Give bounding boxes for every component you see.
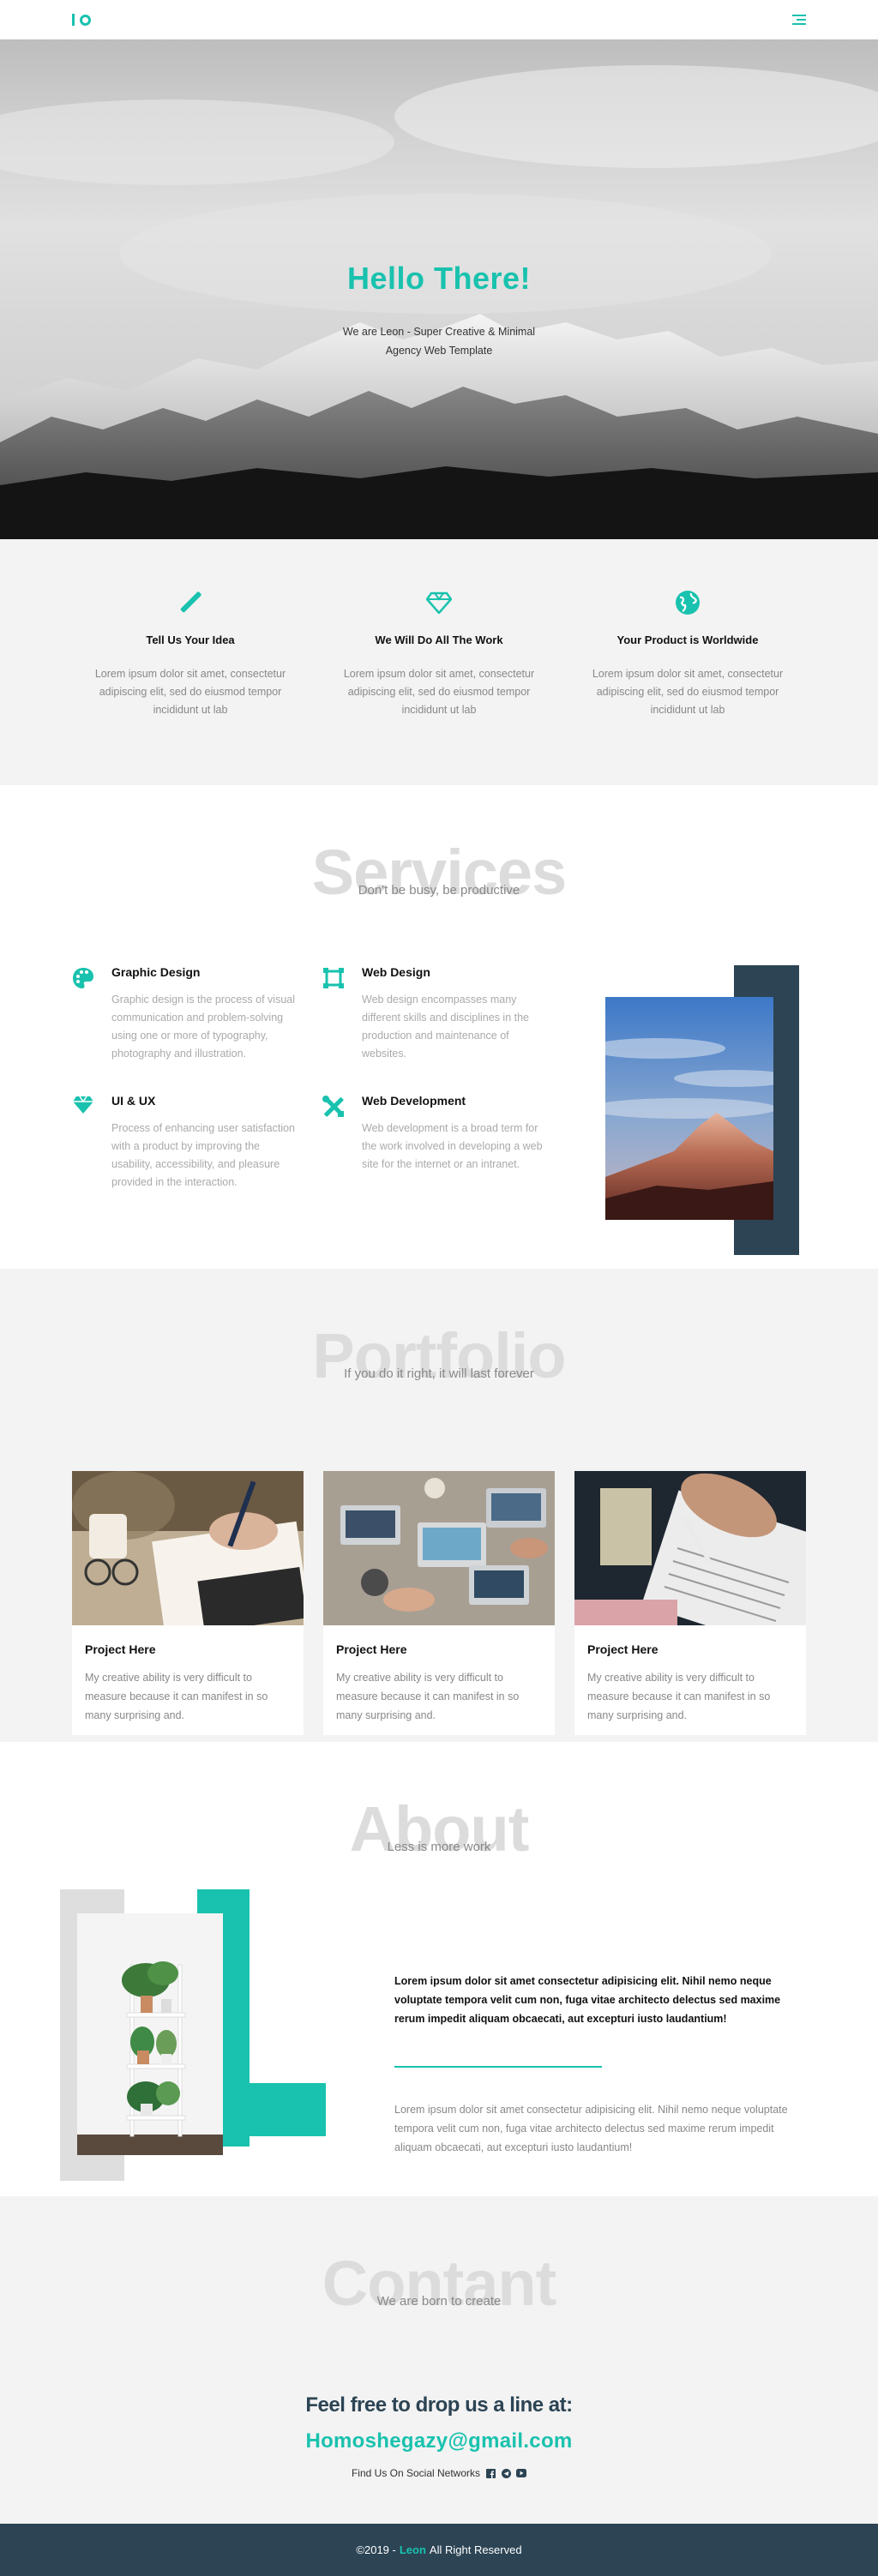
about-body-text: Lorem ipsum dolor sit amet consectetur a…: [394, 2104, 788, 2153]
social-networks-row: Find Us On Social Networks: [0, 2467, 878, 2479]
portfolio-title: Portfolio: [312, 1320, 566, 1391]
feature-text: Lorem ipsum dolor sit amet, consectetur …: [592, 668, 784, 716]
telegram-icon[interactable]: [501, 2468, 511, 2478]
services-section: Services Don't be busy, be productive Gr…: [0, 785, 878, 1269]
contact-section: Contant We are born to create Feel free …: [0, 2196, 878, 2524]
crop-frame-icon: [322, 965, 346, 1063]
hero-title: Hello There!: [346, 261, 532, 296]
pen-icon: [87, 589, 294, 616]
service-ui-ux: UI & UX Process of enhancing user satisf…: [72, 1094, 322, 1192]
diamond-icon: [335, 589, 543, 616]
about-title: About: [349, 1793, 530, 1864]
service-text: Web development is a broad term for the …: [362, 1122, 543, 1170]
feature-title: Tell Us Your Idea: [146, 633, 235, 646]
service-title: Web Development: [362, 1094, 466, 1108]
top-navbar: [0, 0, 878, 39]
portfolio-image-team-desk: [323, 1471, 555, 1625]
card-text: My creative ability is very difficult to…: [85, 1672, 268, 1721]
service-web-development: Web Development Web development is a bro…: [322, 1094, 561, 1192]
contact-title: Contant: [322, 2248, 557, 2319]
services-heading: Services Don't be busy, be productive: [0, 835, 878, 912]
logo-ring: [80, 14, 91, 26]
portfolio-card[interactable]: Project Here My creative ability is very…: [72, 1471, 304, 1735]
footer-brand-link[interactable]: Leon: [400, 2543, 426, 2556]
about-lead-text: Lorem ipsum dolor sit amet consectetur a…: [394, 1975, 781, 2025]
service-text: Web design encompasses many different sk…: [362, 994, 530, 1060]
portfolio-card[interactable]: Project Here My creative ability is very…: [574, 1471, 806, 1735]
about-subtitle: Less is more work: [387, 1840, 491, 1854]
social-label: Find Us On Social Networks: [351, 2467, 481, 2479]
gem-icon: [72, 1094, 96, 1192]
tools-icon: [322, 1094, 346, 1192]
footer-copyright: ©2019 -: [356, 2543, 396, 2556]
service-text: Process of enhancing user satisfaction w…: [111, 1122, 296, 1188]
contact-call-to-action: Feel free to drop us a line at:: [305, 2393, 573, 2417]
card-title: Project Here: [85, 1642, 156, 1656]
feature-text: Lorem ipsum dolor sit amet, consectetur …: [343, 668, 535, 716]
feature-worldwide: Your Product is Worldwide Lorem ipsum do…: [584, 589, 791, 785]
about-plant-shelf-image: [77, 1913, 223, 2155]
services-subtitle: Don't be busy, be productive: [358, 883, 520, 898]
features-section: Tell Us Your Idea Lorem ipsum dolor sit …: [0, 539, 878, 785]
facebook-icon[interactable]: [485, 2468, 496, 2478]
footer-rights: All Right Reserved: [429, 2543, 522, 2556]
globe-icon: [584, 589, 791, 616]
service-text: Graphic design is the process of visual …: [111, 994, 295, 1060]
logo[interactable]: [72, 14, 91, 26]
feature-title: Your Product is Worldwide: [616, 633, 759, 646]
card-title: Project Here: [587, 1642, 658, 1656]
service-graphic-design: Graphic Design Graphic design is the pro…: [72, 965, 322, 1063]
portfolio-subtitle: If you do it right, it will last forever: [344, 1366, 534, 1381]
about-artwork: [60, 1889, 326, 2181]
contact-subtitle: We are born to create: [376, 2294, 502, 2309]
feature-idea: Tell Us Your Idea Lorem ipsum dolor sit …: [87, 589, 294, 785]
palette-icon: [72, 965, 96, 1063]
service-title: UI & UX: [111, 1094, 156, 1108]
about-heading: About Less is more work: [0, 1792, 878, 1869]
hamburger-menu-icon[interactable]: [792, 15, 806, 25]
card-text: My creative ability is very difficult to…: [336, 1672, 520, 1721]
contact-heading: Contant We are born to create: [0, 2246, 878, 2323]
footer: ©2019 - Leon All Right Reserved: [0, 2524, 878, 2576]
portfolio-heading: Portfolio If you do it right, it will la…: [0, 1318, 878, 1396]
portfolio-card[interactable]: Project Here My creative ability is very…: [323, 1471, 555, 1735]
portfolio-section: Portfolio If you do it right, it will la…: [0, 1269, 878, 1742]
about-divider: [394, 2066, 602, 2068]
logo-bar: [72, 14, 75, 26]
contact-email-link[interactable]: Homoshegazy@gmail.com: [0, 2429, 878, 2453]
services-mountain-image: [605, 997, 773, 1220]
service-title: Web Design: [362, 965, 430, 979]
card-title: Project Here: [336, 1642, 407, 1656]
portfolio-image-form: [574, 1471, 806, 1625]
youtube-icon[interactable]: [516, 2468, 527, 2478]
service-title: Graphic Design: [111, 965, 201, 979]
feature-text: Lorem ipsum dolor sit amet, consectetur …: [94, 668, 286, 716]
feature-title: We Will Do All The Work: [375, 633, 503, 646]
services-title: Services: [311, 837, 568, 908]
about-section: About Less is more work Lorem ipsum dolo…: [0, 1742, 878, 2196]
service-web-design: Web Design Web design encompasses many d…: [322, 965, 561, 1063]
feature-work: We Will Do All The Work Lorem ipsum dolo…: [335, 589, 543, 785]
portfolio-image-writing: [72, 1471, 304, 1625]
hero-section: Hello There! We are Leon - Super Creativ…: [0, 39, 878, 539]
hero-subtitle: We are Leon - Super Creative & Minimal A…: [342, 326, 536, 357]
card-text: My creative ability is very difficult to…: [587, 1672, 771, 1721]
